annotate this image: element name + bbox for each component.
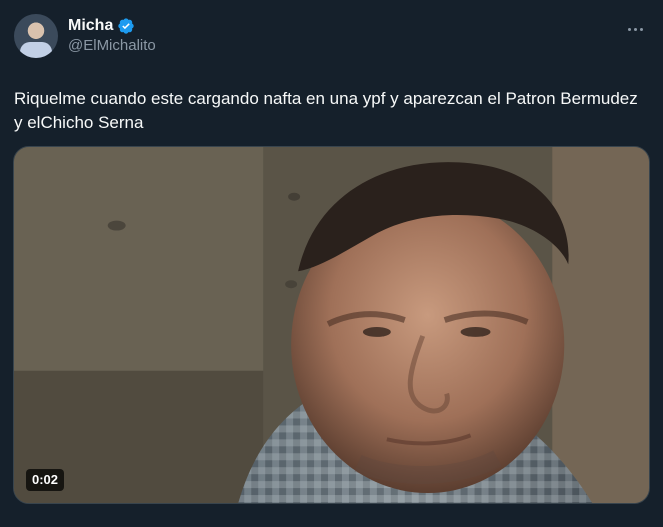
more-dot-icon bbox=[627, 27, 631, 31]
more-dot-icon bbox=[639, 27, 643, 31]
author-names: Micha @ElMichalito bbox=[68, 16, 156, 56]
tweet: Micha @ElMichalito Riquelme cuando este … bbox=[0, 0, 663, 527]
name-row: Micha bbox=[68, 16, 156, 36]
video-frame-illustration bbox=[14, 147, 649, 503]
verified-badge-icon bbox=[118, 18, 135, 34]
video-player[interactable]: 0:02 bbox=[13, 146, 650, 504]
more-dot-icon bbox=[633, 27, 637, 31]
display-name[interactable]: Micha bbox=[68, 16, 113, 36]
tweet-text: Riquelme cuando este cargando nafta en u… bbox=[14, 89, 638, 132]
avatar[interactable] bbox=[14, 14, 58, 58]
video-timestamp: 0:02 bbox=[26, 469, 65, 491]
more-options-icon[interactable] bbox=[623, 22, 647, 36]
tweet-header: Micha @ElMichalito bbox=[14, 12, 649, 60]
username-handle[interactable]: @ElMichalito bbox=[68, 36, 156, 56]
